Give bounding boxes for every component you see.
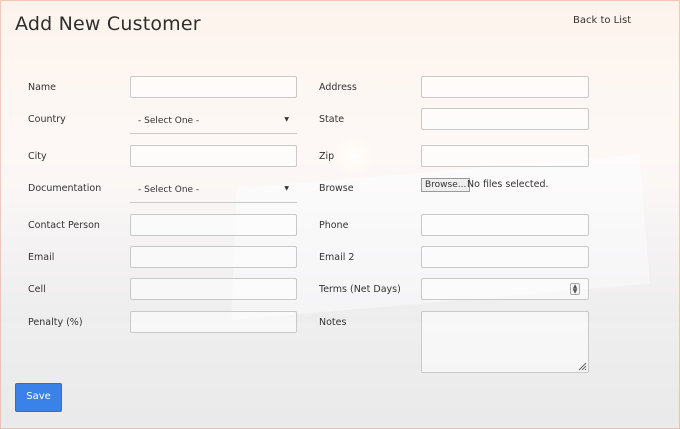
file-status-text: No files selected.: [467, 179, 549, 190]
country-label: Country: [28, 114, 66, 125]
resize-handle-icon[interactable]: [577, 361, 587, 371]
documentation-select-value: - Select One -: [138, 185, 200, 195]
browse-label: Browse: [319, 183, 354, 194]
city-input[interactable]: [130, 145, 297, 167]
phone-label: Phone: [319, 220, 349, 231]
documentation-select[interactable]: - Select One - ▼: [130, 179, 297, 203]
contact-person-label: Contact Person: [28, 220, 100, 231]
country-select[interactable]: - Select One - ▼: [130, 110, 297, 134]
address-label: Address: [319, 82, 357, 93]
notes-textarea[interactable]: [421, 311, 589, 373]
penalty-label: Penalty (%): [28, 317, 83, 328]
name-label: Name: [28, 82, 57, 93]
terms-number-input[interactable]: ▲ ▼: [421, 278, 589, 300]
name-input[interactable]: [130, 76, 297, 98]
state-label: State: [319, 114, 345, 125]
terms-label: Terms (Net Days): [319, 284, 401, 295]
cell-input[interactable]: [130, 278, 297, 300]
notes-label: Notes: [319, 317, 347, 328]
caret-down-icon: ▼: [284, 116, 289, 123]
documentation-label: Documentation: [28, 183, 102, 194]
country-select-value: - Select One -: [138, 116, 200, 126]
zip-input[interactable]: [421, 145, 589, 167]
email2-label: Email 2: [319, 252, 355, 263]
customer-form-panel: Add New Customer Back to List Name Count…: [0, 0, 680, 429]
phone-input[interactable]: [421, 214, 589, 236]
save-button[interactable]: Save: [15, 383, 62, 412]
address-input[interactable]: [421, 76, 589, 98]
penalty-input[interactable]: [130, 311, 297, 333]
caret-down-icon: ▼: [284, 185, 289, 192]
zip-label: Zip: [319, 151, 335, 162]
contact-person-input[interactable]: [130, 214, 297, 236]
state-input[interactable]: [421, 108, 589, 130]
cell-label: Cell: [28, 284, 46, 295]
back-to-list-link[interactable]: Back to List: [573, 15, 631, 26]
page-title: Add New Customer: [15, 13, 201, 35]
city-label: City: [28, 151, 47, 162]
email-label: Email: [28, 252, 55, 263]
spinner-icon[interactable]: ▲ ▼: [570, 283, 580, 295]
browse-button[interactable]: Browse...: [421, 178, 471, 192]
email-input[interactable]: [130, 246, 297, 268]
email2-input[interactable]: [421, 246, 589, 268]
